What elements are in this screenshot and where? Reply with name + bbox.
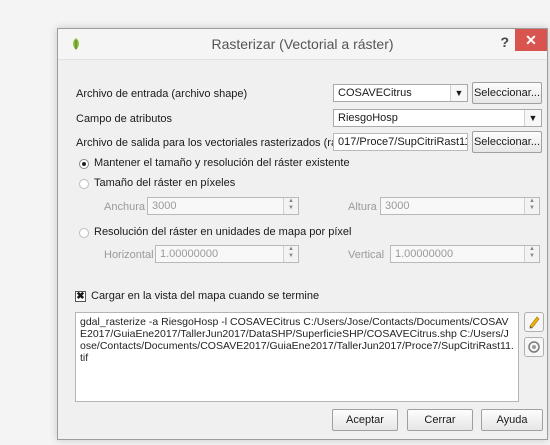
load-in-canvas-checkbox[interactable]: ✖ [75, 291, 86, 302]
height-value: 3000 [385, 200, 410, 212]
keep-size-label: Mantener el tamaño y resolución del rást… [94, 157, 350, 169]
height-field[interactable]: 3000 ▲ ▼ [380, 197, 540, 215]
help-icon[interactable]: ? [500, 34, 509, 50]
horizontal-label: Horizontal [104, 249, 154, 261]
width-value: 3000 [152, 200, 177, 212]
vertical-value: 1.00000000 [395, 248, 454, 260]
vertical-field[interactable]: 1.00000000 ▲ ▼ [390, 245, 540, 263]
edit-command-button[interactable] [524, 312, 544, 332]
height-label: Altura [348, 201, 377, 213]
spinner-icon[interactable]: ▲ ▼ [524, 246, 539, 262]
map-resolution-radio[interactable] [79, 228, 89, 238]
vertical-label: Vertical [348, 249, 385, 261]
window-title: Rasterizar (Vectorial a ráster) [211, 36, 394, 52]
reset-icon [528, 341, 540, 353]
rasterize-dialog: Rasterizar (Vectorial a ráster) ? ✕ Arch… [57, 28, 548, 440]
attribute-field-combo[interactable]: RiesgoHosp ▼ [333, 109, 542, 127]
accept-button[interactable]: Aceptar [332, 409, 398, 431]
spinner-icon[interactable]: ▲ ▼ [283, 198, 298, 214]
load-in-canvas-label: Cargar en la vista del mapa cuando se te… [91, 290, 320, 302]
attribute-field-value: RiesgoHosp [338, 112, 398, 124]
input-file-select-button[interactable]: Seleccionar... [472, 82, 542, 104]
pixel-size-label: Tamaño del ráster en píxeles [94, 177, 236, 189]
command-textarea[interactable]: gdal_rasterize -a RiesgoHosp -l COSAVECi… [75, 312, 519, 402]
output-file-input[interactable]: 017/Proce7/SupCitriRast11.tif [333, 133, 468, 151]
input-file-combo[interactable]: COSAVECitrus ▼ [333, 84, 468, 102]
pencil-icon [529, 316, 540, 329]
chevron-down-icon[interactable]: ▼ [524, 110, 541, 126]
input-file-label: Archivo de entrada (archivo shape) [76, 88, 248, 100]
width-field[interactable]: 3000 ▲ ▼ [147, 197, 299, 215]
reset-command-button[interactable] [524, 337, 544, 357]
keep-size-radio[interactable] [79, 159, 89, 169]
horizontal-value: 1.00000000 [160, 248, 219, 260]
spinner-icon[interactable]: ▲ ▼ [283, 246, 298, 262]
help-button[interactable]: Ayuda [481, 409, 543, 431]
close-button[interactable]: Cerrar [407, 409, 473, 431]
close-window-button[interactable]: ✕ [515, 29, 547, 51]
output-file-label: Archivo de salida para los vectoriales r… [76, 137, 360, 149]
title-bar[interactable]: Rasterizar (Vectorial a ráster) ? ✕ [58, 29, 547, 60]
output-file-select-button[interactable]: Seleccionar... [472, 131, 542, 153]
horizontal-field[interactable]: 1.00000000 ▲ ▼ [155, 245, 299, 263]
spinner-icon[interactable]: ▲ ▼ [524, 198, 539, 214]
map-resolution-label: Resolución del ráster en unidades de map… [94, 226, 352, 238]
width-label: Anchura [104, 201, 145, 213]
input-file-value: COSAVECitrus [338, 87, 412, 99]
pixel-size-radio[interactable] [79, 179, 89, 189]
attribute-field-label: Campo de atributos [76, 113, 172, 125]
chevron-down-icon[interactable]: ▼ [450, 85, 467, 101]
